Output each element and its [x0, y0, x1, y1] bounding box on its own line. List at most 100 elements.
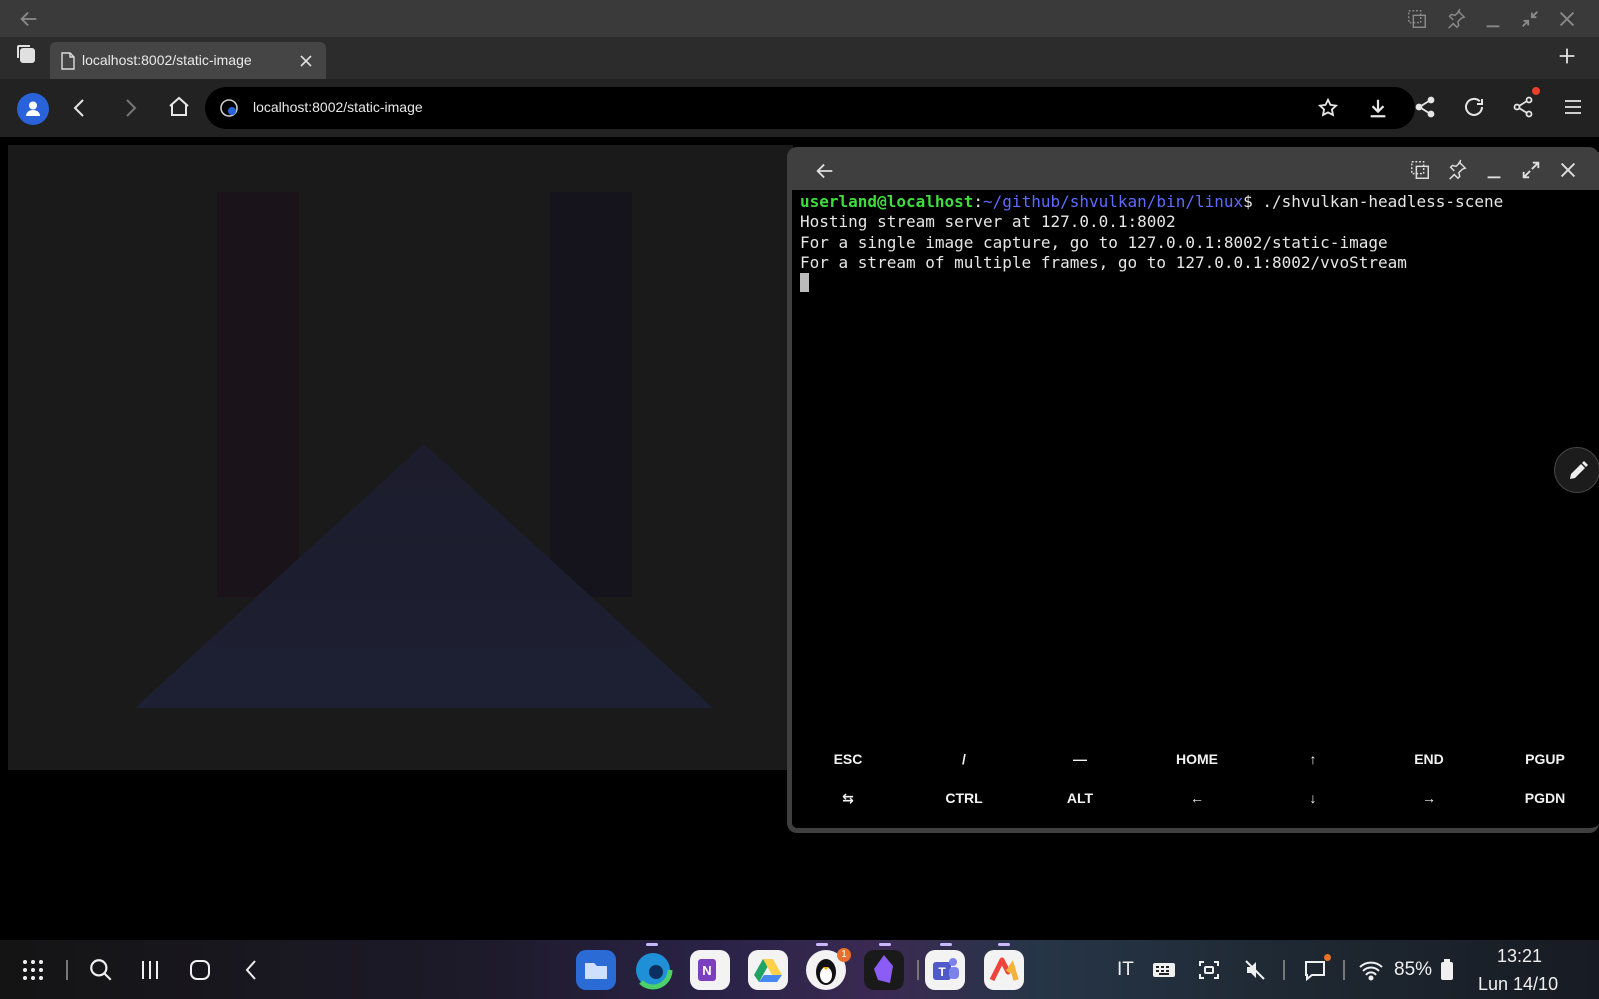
- extra-keys-bar: ESC / — HOME ↑ END PGUP ⇆ CTRL ALT ← ↓ →…: [792, 743, 1599, 823]
- recent-apps-icon[interactable]: [138, 958, 162, 982]
- keyboard-icon[interactable]: [1152, 959, 1176, 981]
- anydesk-app-icon[interactable]: [984, 950, 1024, 990]
- taskbar-divider: [1343, 960, 1345, 980]
- site-info-icon[interactable]: [219, 98, 239, 118]
- pencil-icon: [1566, 459, 1590, 483]
- terminal-back-icon[interactable]: [814, 160, 836, 182]
- taskbar-divider: [66, 960, 68, 980]
- screenshot-icon[interactable]: [1197, 958, 1221, 982]
- home-button-icon[interactable]: [188, 958, 212, 982]
- back-icon[interactable]: [68, 96, 92, 120]
- key-dash[interactable]: —: [1025, 751, 1135, 767]
- close-window-icon[interactable]: [1556, 8, 1578, 30]
- taskbar: N 1 T IT 85% 13:21 Lun 14/10: [0, 940, 1599, 999]
- prompt-user: userland@localhost: [800, 192, 974, 211]
- clock-date[interactable]: Lun 14/10: [1478, 974, 1558, 995]
- taskbar-divider: [1283, 960, 1285, 980]
- pop-up-view-icon[interactable]: [1406, 8, 1428, 30]
- restore-icon[interactable]: [1519, 8, 1541, 30]
- terminal-header: [792, 152, 1599, 190]
- key-up[interactable]: ↑: [1258, 751, 1368, 767]
- key-left[interactable]: ←: [1142, 790, 1252, 806]
- minimize-icon[interactable]: [1482, 8, 1504, 30]
- key-slash[interactable]: /: [909, 751, 1019, 767]
- output-line: Hosting stream server at 127.0.0.1:8002: [800, 212, 1176, 232]
- app-drawer-icon[interactable]: [22, 959, 44, 981]
- battery-icon: [1440, 959, 1454, 981]
- taskbar-divider: [917, 960, 919, 980]
- command-text: ./shvulkan-headless-scene: [1252, 192, 1504, 211]
- notifications-icon[interactable]: [1303, 958, 1327, 982]
- files-app-icon[interactable]: [576, 950, 616, 990]
- app-running-indicator: [998, 943, 1010, 946]
- text-cursor: [800, 273, 809, 293]
- cursor-line: [800, 273, 1503, 293]
- output-line: For a single image capture, go to 127.0.…: [800, 232, 1388, 252]
- key-pgup[interactable]: PGUP: [1490, 751, 1599, 767]
- prompt-path: ~/github/shvulkan/bin/linux: [983, 192, 1244, 211]
- terminal-output[interactable]: userland@localhost:~/github/shvulkan/bin…: [800, 192, 1503, 293]
- key-esc[interactable]: ESC: [793, 751, 903, 767]
- new-tab-icon[interactable]: [1556, 45, 1578, 67]
- browser-tab[interactable]: localhost:8002/static-image: [50, 42, 326, 79]
- nav-back-icon[interactable]: [240, 958, 264, 982]
- obsidian-app-icon[interactable]: [864, 950, 904, 990]
- url-text[interactable]: localhost:8002/static-image: [253, 99, 423, 115]
- extensions-share-icon[interactable]: [1511, 95, 1535, 119]
- pin-icon[interactable]: [1445, 8, 1467, 30]
- notification-dot: [1324, 954, 1331, 961]
- menu-icon[interactable]: [1561, 95, 1585, 119]
- clock-time[interactable]: 13:21: [1497, 946, 1542, 967]
- terminal-maximize-icon[interactable]: [1520, 159, 1542, 181]
- terminal-window[interactable]: userland@localhost:~/github/shvulkan/bin…: [787, 147, 1599, 833]
- output-line: For a stream of multiple frames, go to 1…: [800, 252, 1407, 272]
- battery-percentage: 85%: [1394, 959, 1433, 980]
- reload-icon[interactable]: [1462, 95, 1486, 119]
- tab-title: localhost:8002/static-image: [82, 52, 252, 68]
- address-bar[interactable]: localhost:8002/static-image: [205, 87, 1415, 129]
- svg-text:T: T: [938, 965, 946, 979]
- close-tab-icon[interactable]: [298, 53, 314, 69]
- back-arrow-icon[interactable]: [18, 8, 40, 30]
- terminal-close-icon[interactable]: [1557, 159, 1579, 181]
- key-right[interactable]: →: [1374, 790, 1484, 806]
- key-end[interactable]: END: [1374, 751, 1484, 767]
- static-image-render: [8, 145, 793, 770]
- tab-manager-icon[interactable]: [14, 42, 38, 66]
- command-line: userland@localhost:~/github/shvulkan/bin…: [800, 192, 1504, 211]
- search-icon[interactable]: [88, 957, 114, 983]
- wifi-icon[interactable]: [1358, 958, 1384, 982]
- key-home[interactable]: HOME: [1142, 751, 1252, 767]
- window-title-bar: [0, 0, 1599, 37]
- teams-app-icon[interactable]: T: [925, 950, 965, 990]
- edge-browser-app-icon[interactable]: [633, 950, 673, 990]
- browser-toolbar: localhost:8002/static-image: [0, 79, 1599, 137]
- key-tab[interactable]: ⇆: [793, 790, 903, 807]
- home-icon[interactable]: [167, 95, 191, 119]
- terminal-minimize-icon[interactable]: [1483, 159, 1505, 181]
- forward-icon[interactable]: [118, 96, 142, 120]
- key-ctrl[interactable]: CTRL: [909, 790, 1019, 806]
- key-alt[interactable]: ALT: [1025, 790, 1135, 806]
- key-down[interactable]: ↓: [1258, 790, 1368, 806]
- svg-text:N: N: [702, 963, 711, 978]
- floating-edit-button[interactable]: [1554, 447, 1599, 493]
- mute-icon[interactable]: [1243, 958, 1267, 982]
- page-icon: [60, 52, 76, 70]
- notification-dot: [1532, 87, 1540, 95]
- terminal-pin-icon[interactable]: [1446, 159, 1468, 181]
- profile-avatar[interactable]: [17, 93, 49, 125]
- drive-app-icon[interactable]: [748, 950, 788, 990]
- bookmark-star-icon[interactable]: [1317, 97, 1339, 119]
- prompt-symbol: $: [1243, 192, 1253, 211]
- app-running-indicator: [646, 943, 658, 946]
- key-pgdn[interactable]: PGDN: [1490, 790, 1599, 806]
- share-icon[interactable]: [1413, 95, 1437, 119]
- download-icon[interactable]: [1367, 97, 1389, 119]
- app-running-indicator: [816, 943, 828, 946]
- tab-bar: localhost:8002/static-image: [0, 37, 1599, 79]
- notification-badge: 1: [837, 948, 851, 962]
- keyboard-language[interactable]: IT: [1117, 959, 1134, 981]
- terminal-pop-up-icon[interactable]: [1409, 159, 1431, 181]
- onenote-app-icon[interactable]: N: [690, 950, 730, 990]
